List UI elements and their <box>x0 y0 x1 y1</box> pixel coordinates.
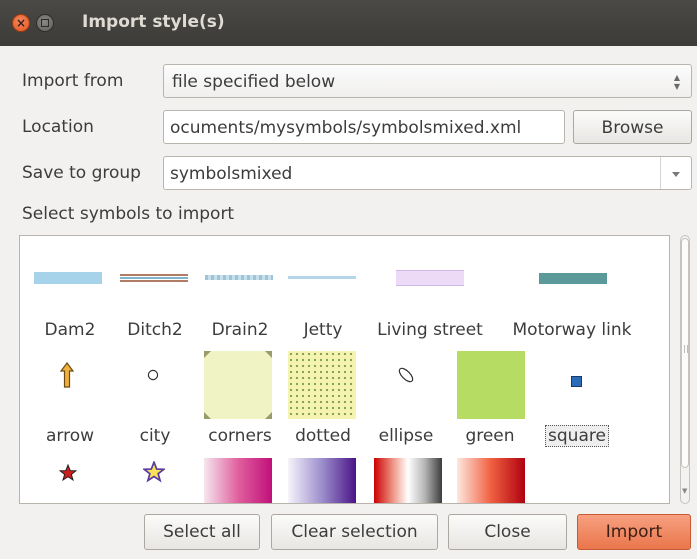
line-symbol-icon <box>34 272 102 284</box>
import-from-label: Import from <box>22 71 124 91</box>
circle-icon <box>147 369 159 381</box>
symbol-item-red-star[interactable] <box>20 452 120 503</box>
symbol-item-motorway-link[interactable]: Motorway link <box>505 256 639 356</box>
save-to-group-value: symbolsmixed <box>170 164 293 184</box>
clear-selection-label: Clear selection <box>291 522 418 542</box>
symbol-name: green <box>465 426 515 446</box>
line-symbol-icon <box>288 276 356 279</box>
symbol-item-drain2[interactable]: Drain2 <box>195 256 285 356</box>
window-titlebar: × Import style(s) <box>0 0 697 46</box>
import-label: Import <box>605 522 663 542</box>
save-to-group-label: Save to group <box>22 163 141 183</box>
symbol-name: square <box>532 425 622 447</box>
symbols-list[interactable]: Dam2 Ditch2 Drain2 Jetty Living street M… <box>19 235 670 504</box>
scroll-down-icon[interactable]: ▼ <box>682 487 687 495</box>
gradient-ramp-icon <box>374 458 442 503</box>
star-icon <box>59 464 77 482</box>
symbol-name: Dam2 <box>44 320 96 340</box>
symbol-item-dotted[interactable]: dotted <box>278 349 368 449</box>
star-icon <box>143 461 165 483</box>
symbol-name: arrow <box>45 426 95 446</box>
fill-symbol-icon <box>457 351 525 419</box>
line-symbol-icon <box>205 275 273 280</box>
symbol-item-gradient-purple[interactable] <box>278 452 368 503</box>
symbols-list-scrollbar[interactable]: ▼ <box>678 235 692 504</box>
fill-symbol-icon <box>204 351 272 419</box>
gradient-ramp-icon <box>204 458 272 503</box>
gradient-ramp-icon <box>288 458 356 503</box>
close-label: Close <box>484 522 531 542</box>
symbol-item-gradient-pink[interactable] <box>195 452 285 503</box>
location-label: Location <box>22 117 94 137</box>
gradient-ramp-icon <box>457 458 525 503</box>
symbol-item-living-street[interactable]: Living street <box>368 256 492 356</box>
browse-button[interactable]: Browse <box>573 110 692 144</box>
import-from-select[interactable]: file specified below ▲ ▼ <box>163 64 692 98</box>
symbol-item-ellipse[interactable]: ellipse <box>368 349 444 449</box>
close-button[interactable]: Close <box>448 514 567 550</box>
import-button[interactable]: Import <box>577 514 691 550</box>
symbol-name: Living street <box>377 320 483 340</box>
symbol-name: Drain2 <box>211 320 269 340</box>
updown-arrows-icon: ▲ ▼ <box>673 73 681 91</box>
symbol-item-corners[interactable]: corners <box>195 349 285 449</box>
browse-button-label: Browse <box>601 118 664 138</box>
symbol-item-arrow[interactable]: arrow <box>20 349 120 449</box>
symbol-name: city <box>139 426 171 446</box>
symbol-name: corners <box>208 426 272 446</box>
location-value: ocuments/mysymbols/symbolsmixed.xml <box>170 118 522 138</box>
scrollbar-thumb[interactable] <box>681 238 689 468</box>
line-symbol-icon <box>396 270 464 286</box>
symbol-name: Ditch2 <box>127 320 183 340</box>
symbol-item-gradient-red[interactable] <box>445 452 535 503</box>
location-input[interactable]: ocuments/mysymbols/symbolsmixed.xml <box>163 110 565 144</box>
symbol-item-dam2[interactable]: Dam2 <box>20 256 120 356</box>
maximize-window-icon[interactable] <box>36 14 54 32</box>
symbol-item-ditch2[interactable]: Ditch2 <box>110 256 200 356</box>
symbol-name: Jetty <box>303 320 343 340</box>
arrow-up-icon <box>60 362 74 388</box>
select-all-button[interactable]: Select all <box>144 514 260 550</box>
chevron-down-icon[interactable] <box>660 157 691 189</box>
close-window-icon[interactable]: × <box>12 14 30 32</box>
import-from-value: file specified below <box>172 72 336 92</box>
symbol-name: dotted <box>295 426 351 446</box>
symbol-item-city[interactable]: city <box>110 349 200 449</box>
fill-symbol-icon <box>288 351 356 419</box>
symbol-name: Motorway link <box>512 320 632 340</box>
symbol-item-square[interactable]: square <box>532 349 622 449</box>
symbol-item-green[interactable]: green <box>445 349 535 449</box>
symbol-item-yellow-star[interactable] <box>110 452 200 503</box>
line-symbol-icon <box>539 273 607 284</box>
save-to-group-combo[interactable]: symbolsmixed <box>163 156 692 190</box>
clear-selection-button[interactable]: Clear selection <box>271 514 438 550</box>
select-symbols-label: Select symbols to import <box>22 204 235 224</box>
symbol-name: ellipse <box>378 426 434 446</box>
select-all-label: Select all <box>163 522 241 542</box>
line-symbol-icon <box>120 274 188 276</box>
window-title: Import style(s) <box>82 12 225 32</box>
square-icon <box>571 376 582 387</box>
symbol-item-jetty[interactable]: Jetty <box>278 256 368 356</box>
symbol-item-gradient-red-grey[interactable] <box>360 452 450 503</box>
ellipse-icon <box>398 367 414 383</box>
